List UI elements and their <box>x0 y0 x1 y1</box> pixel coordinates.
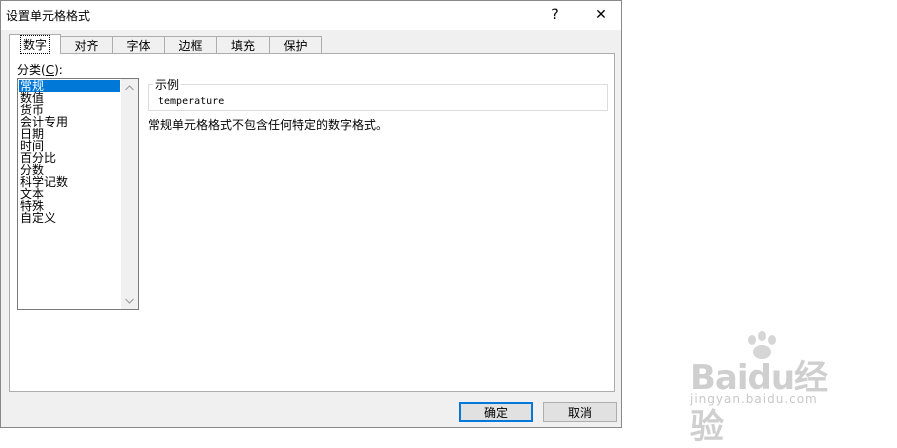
tab-fill[interactable]: 填充 <box>216 36 270 54</box>
sample-legend: 示例 <box>153 76 182 93</box>
tab-label: 填充 <box>230 39 255 53</box>
sample-value: temperature <box>158 96 225 107</box>
format-cells-dialog: 设置单元格格式 ? ✕ 数字 对齐 字体 边框 填充 保护 分类(C): 常规 … <box>0 0 622 428</box>
watermark-url: jingyan.baidu.com <box>690 392 818 406</box>
category-scrollbar[interactable] <box>121 79 138 309</box>
cancel-button[interactable]: 取消 <box>543 402 617 422</box>
title-bar: 设置单元格格式 ? ✕ <box>1 1 621 30</box>
sample-group: 示例 temperature <box>148 76 608 111</box>
category-item-custom[interactable]: 自定义 <box>19 212 120 224</box>
help-icon: ? <box>551 7 559 23</box>
tab-label: 字体 <box>126 39 151 53</box>
close-button[interactable]: ✕ <box>581 1 621 29</box>
tab-label: 边框 <box>178 39 203 53</box>
format-description: 常规单元格格式不包含任何特定的数字格式。 <box>148 118 389 132</box>
number-tab-panel: 分类(C): 常规 数值 货币 会计专用 日期 时间 百分比 分数 科学记数 文… <box>9 53 615 392</box>
category-label-key: C <box>45 63 55 77</box>
ok-button[interactable]: 确定 <box>459 402 533 422</box>
baidu-watermark: Baidu经验 jingyan.baidu.com <box>690 330 860 447</box>
scroll-up-icon[interactable] <box>121 79 138 96</box>
tab-protection[interactable]: 保护 <box>269 36 322 54</box>
tab-strip: 数字 对齐 字体 边框 填充 保护 <box>9 34 322 54</box>
tab-font[interactable]: 字体 <box>112 36 165 54</box>
tab-label: 对齐 <box>74 39 99 53</box>
category-label-prefix: 分类( <box>17 63 46 77</box>
scroll-down-icon[interactable] <box>121 292 138 309</box>
tab-label: 数字 <box>19 35 51 54</box>
category-listbox[interactable]: 常规 数值 货币 会计专用 日期 时间 百分比 分数 科学记数 文本 特殊 自定… <box>17 78 139 310</box>
help-button[interactable]: ? <box>535 1 575 29</box>
tab-label: 保护 <box>283 39 308 53</box>
category-label-suffix: ): <box>54 63 63 77</box>
tab-border[interactable]: 边框 <box>164 36 217 54</box>
category-list: 常规 数值 货币 会计专用 日期 时间 百分比 分数 科学记数 文本 特殊 自定… <box>19 80 120 224</box>
category-label: 分类(C): <box>17 61 63 78</box>
tab-alignment[interactable]: 对齐 <box>60 36 113 54</box>
close-icon: ✕ <box>595 7 607 23</box>
tab-number[interactable]: 数字 <box>9 34 61 54</box>
window-title: 设置单元格格式 <box>6 9 91 23</box>
